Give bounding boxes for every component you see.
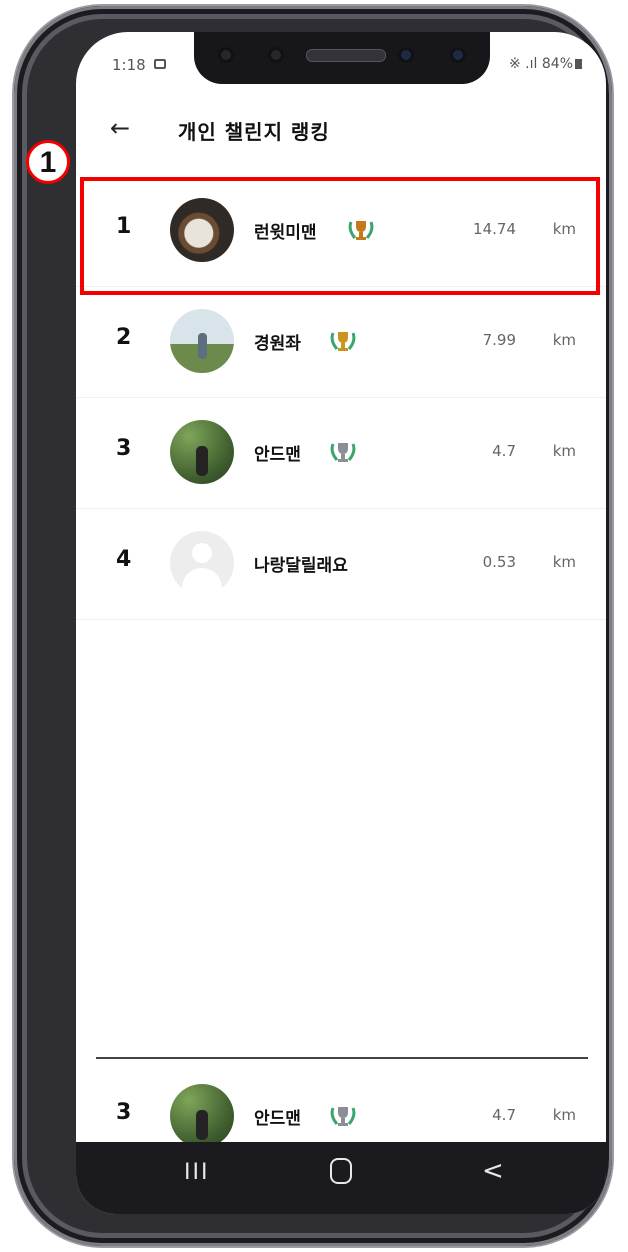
- nav-back-button[interactable]: <: [482, 1156, 504, 1186]
- distance-unit: km: [552, 331, 576, 349]
- back-arrow-icon[interactable]: ←: [110, 114, 130, 142]
- distance-value: 14.74: [473, 220, 516, 238]
- recent-apps-button[interactable]: III: [184, 1160, 209, 1185]
- status-time: 1:18: [112, 56, 146, 74]
- phone-frame: 1:18 ※ .ıl 84% ← 개인 챌린지 랭킹 1 런윗미맨 14.74: [14, 6, 612, 1246]
- silver-trophy-icon: [330, 443, 356, 462]
- ranking-row[interactable]: 1 런윗미맨 14.74 km: [76, 176, 606, 287]
- rank-number: 1: [116, 214, 132, 239]
- camera-icon: [398, 47, 414, 63]
- distance-value: 0.53: [482, 553, 516, 571]
- ranking-row[interactable]: 2 경원좌 7.99 km: [76, 287, 606, 398]
- battery-percent: 84%: [541, 56, 573, 72]
- avatar: [170, 309, 234, 373]
- avatar: [170, 1084, 234, 1148]
- home-button[interactable]: [330, 1158, 352, 1184]
- rank-number: 3: [116, 1100, 132, 1125]
- rank-number: 3: [116, 436, 132, 461]
- silver-trophy-icon: [330, 1107, 356, 1126]
- divider: [96, 1057, 588, 1059]
- signal-icon: ※ .ıl: [509, 56, 538, 72]
- system-nav-bar: III <: [76, 1142, 606, 1214]
- sensor-icon: [218, 47, 234, 63]
- gallery-notification-icon: [154, 59, 166, 69]
- app-screen: 1:18 ※ .ıl 84% ← 개인 챌린지 랭킹 1 런윗미맨 14.74: [76, 32, 606, 1214]
- rank-number: 2: [116, 325, 132, 350]
- page-title: 개인 챌린지 랭킹: [178, 120, 330, 144]
- user-name: 나랑달릴래요: [254, 556, 348, 576]
- rank-number: 4: [116, 547, 132, 572]
- camera-icon: [450, 47, 466, 63]
- status-indicators: ※ .ıl 84%: [509, 56, 582, 72]
- default-avatar-icon: [170, 531, 234, 595]
- user-name: 안드맨: [254, 1109, 301, 1129]
- distance-value: 4.7: [492, 442, 516, 460]
- battery-icon: [575, 59, 582, 69]
- distance-unit: km: [552, 553, 576, 571]
- distance-value: 4.7: [492, 1106, 516, 1124]
- user-name: 런윗미맨: [254, 223, 317, 243]
- ranking-row[interactable]: 3 안드맨 4.7 km: [76, 398, 606, 509]
- gold-trophy-icon: [330, 332, 356, 351]
- user-name: 경원좌: [254, 334, 301, 354]
- camera-notch: [194, 32, 490, 84]
- sensor-icon: [268, 47, 284, 63]
- gold-trophy-icon: [348, 221, 374, 240]
- avatar: [170, 420, 234, 484]
- earpiece-speaker: [306, 49, 386, 62]
- distance-unit: km: [552, 220, 576, 238]
- ranking-row[interactable]: 4 나랑달릴래요 0.53 km: [76, 509, 606, 620]
- avatar: [170, 198, 234, 262]
- distance-value: 7.99: [482, 331, 516, 349]
- step-marker: 1: [26, 140, 70, 184]
- distance-unit: km: [552, 1106, 576, 1124]
- ranking-list: 1 런윗미맨 14.74 km 2 경원좌 7.99 km 3 안드맨 4.7 …: [76, 176, 606, 620]
- user-name: 안드맨: [254, 445, 301, 465]
- distance-unit: km: [552, 442, 576, 460]
